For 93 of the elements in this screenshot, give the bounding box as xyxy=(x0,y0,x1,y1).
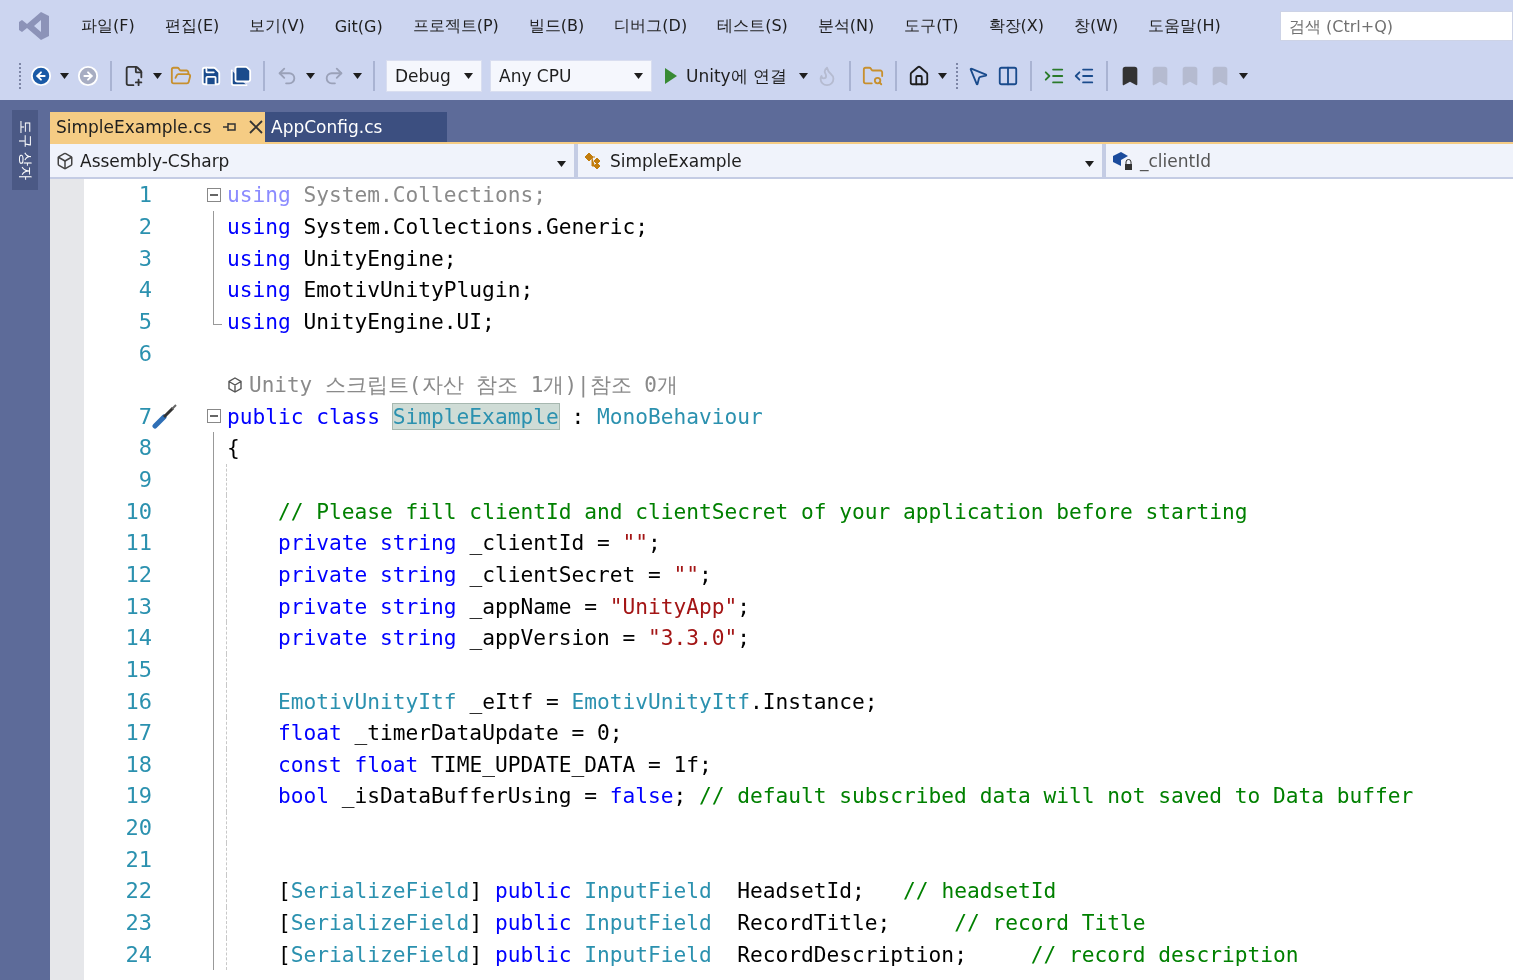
line-number: 15 xyxy=(125,656,152,682)
line-number: 17 xyxy=(125,720,152,746)
line-number: 16 xyxy=(125,688,152,714)
screwdriver-icon[interactable] xyxy=(152,403,180,430)
line-number: 13 xyxy=(125,593,152,619)
close-icon[interactable] xyxy=(249,120,264,134)
line-number: 9 xyxy=(138,467,152,493)
menu-item[interactable]: 도구(T) xyxy=(889,15,974,37)
line-number: 21 xyxy=(125,846,152,872)
menu-item[interactable]: 창(W) xyxy=(1058,15,1134,37)
file-tab[interactable]: SimpleExample.cs xyxy=(50,112,265,142)
menu-item[interactable]: 빌드(B) xyxy=(513,15,600,37)
line-number: 14 xyxy=(125,625,152,651)
caret-icon[interactable] xyxy=(464,73,473,79)
menu-item[interactable]: 프로젝트(P) xyxy=(397,15,514,37)
line-number: 4 xyxy=(138,277,152,303)
type-dropdown[interactable]: SimpleExample xyxy=(578,144,1102,177)
line-number: 10 xyxy=(125,498,152,524)
code-line: using System.Collections; xyxy=(227,182,546,208)
platform-dropdown[interactable]: Any CPU xyxy=(490,60,652,92)
caret-icon[interactable] xyxy=(1085,160,1094,167)
code-line: using UnityEngine; xyxy=(227,245,457,271)
line-number: 2 xyxy=(138,213,152,239)
menu-item[interactable]: 디버그(D) xyxy=(599,15,703,37)
line-number: 19 xyxy=(125,783,152,809)
file-tab[interactable]: AppConfig.cs xyxy=(265,112,447,142)
menu-item[interactable]: 파일(F) xyxy=(66,15,150,37)
overflow-icon[interactable] xyxy=(1239,73,1249,79)
code-line: // Please fill clientId and clientSecret of your application before starting xyxy=(278,498,1248,524)
home-window-icon[interactable] xyxy=(908,65,931,87)
code-line: private string _appName = "UnityApp"; xyxy=(278,593,751,619)
caret-icon[interactable] xyxy=(153,73,162,79)
caret-icon[interactable] xyxy=(306,73,315,79)
code-line: [SerializeField] public InputField HeadsetId; // headsetId xyxy=(278,878,1057,904)
toolbox-tab[interactable]: 도구 상자 xyxy=(12,110,38,190)
menu-item[interactable]: 분석(N) xyxy=(802,15,890,37)
cube-icon xyxy=(227,376,243,393)
line-number: 1 xyxy=(138,182,152,208)
caret-icon[interactable] xyxy=(634,73,643,79)
line-number: 6 xyxy=(138,340,152,366)
menu-item[interactable]: 테스트(S) xyxy=(702,15,803,37)
line-number: 18 xyxy=(125,751,152,777)
line-number: 20 xyxy=(125,815,152,841)
code-line: private string _clientId = ""; xyxy=(278,530,661,556)
back-icon[interactable] xyxy=(30,65,52,87)
caret-icon[interactable] xyxy=(60,73,69,79)
save-icon[interactable] xyxy=(200,65,222,87)
line-number: 23 xyxy=(125,910,152,936)
line-number: 7 xyxy=(138,403,152,429)
code-line: using EmotivUnityPlugin; xyxy=(227,277,534,303)
menu-item[interactable]: 확장(X) xyxy=(973,15,1059,37)
play-icon xyxy=(664,67,678,85)
code-line: { xyxy=(227,435,240,461)
menu-item[interactable]: 편집(E) xyxy=(149,15,235,37)
member-dropdown[interactable]: _clientId xyxy=(1106,144,1513,177)
code-line: using System.Collections.Generic; xyxy=(227,213,648,239)
caret-icon[interactable] xyxy=(799,73,809,79)
collapse-icon[interactable] xyxy=(207,409,221,424)
columns-icon[interactable] xyxy=(997,65,1020,87)
code-line: public class SimpleExample : MonoBehaviour xyxy=(227,403,763,429)
project-icon xyxy=(56,151,74,170)
caret-icon[interactable] xyxy=(353,73,362,79)
line-number: 8 xyxy=(138,435,152,461)
caret-icon[interactable] xyxy=(557,160,566,167)
run-button[interactable]: Unity에 연결 xyxy=(660,64,792,88)
new-file-icon[interactable] xyxy=(123,65,145,87)
pointer-icon[interactable] xyxy=(967,65,990,87)
configuration-dropdown[interactable]: Debug xyxy=(386,60,482,92)
line-number: 22 xyxy=(125,878,152,904)
project-dropdown[interactable]: Assembly-CSharp xyxy=(50,144,574,177)
save-all-icon[interactable] xyxy=(230,65,252,87)
code-line: [SerializeField] public InputField RecordTitle; // record Title xyxy=(278,910,1146,936)
code-line: [SerializeField] public InputField RecordDescription; // record description xyxy=(278,941,1299,967)
pin-icon[interactable] xyxy=(223,121,238,133)
line-number: 3 xyxy=(138,245,152,271)
menu-item[interactable]: Git(G) xyxy=(319,16,398,36)
code-line: bool _isDataBufferUsing = false; // default subscribed data will not saved to Data buffer xyxy=(278,783,1414,809)
search-field[interactable]: 검색 (Ctrl+Q) xyxy=(1280,11,1513,41)
code-line: private string _clientSecret = ""; xyxy=(278,562,712,587)
line-number: 5 xyxy=(138,308,152,334)
line-number: 11 xyxy=(125,530,152,556)
line-number: 24 xyxy=(125,941,152,967)
field-icon xyxy=(1112,150,1134,171)
code-line: const float TIME_UPDATE_DATA = 1f; xyxy=(278,751,712,777)
code-line: private string _appVersion = "3.3.0"; xyxy=(278,625,751,651)
overflow-icon[interactable] xyxy=(938,73,948,79)
collapse-icon[interactable] xyxy=(207,188,221,202)
menu-item[interactable]: 도움말(H) xyxy=(1133,15,1236,37)
line-number: 12 xyxy=(125,562,152,587)
code-line: EmotivUnityItf _eItf = EmotivUnityItf.Instance; xyxy=(278,688,878,714)
menu-item[interactable]: 보기(V) xyxy=(234,15,320,37)
code-line: float _timerDataUpdate = 0; xyxy=(278,720,623,746)
code-line: using UnityEngine.UI; xyxy=(227,308,495,334)
